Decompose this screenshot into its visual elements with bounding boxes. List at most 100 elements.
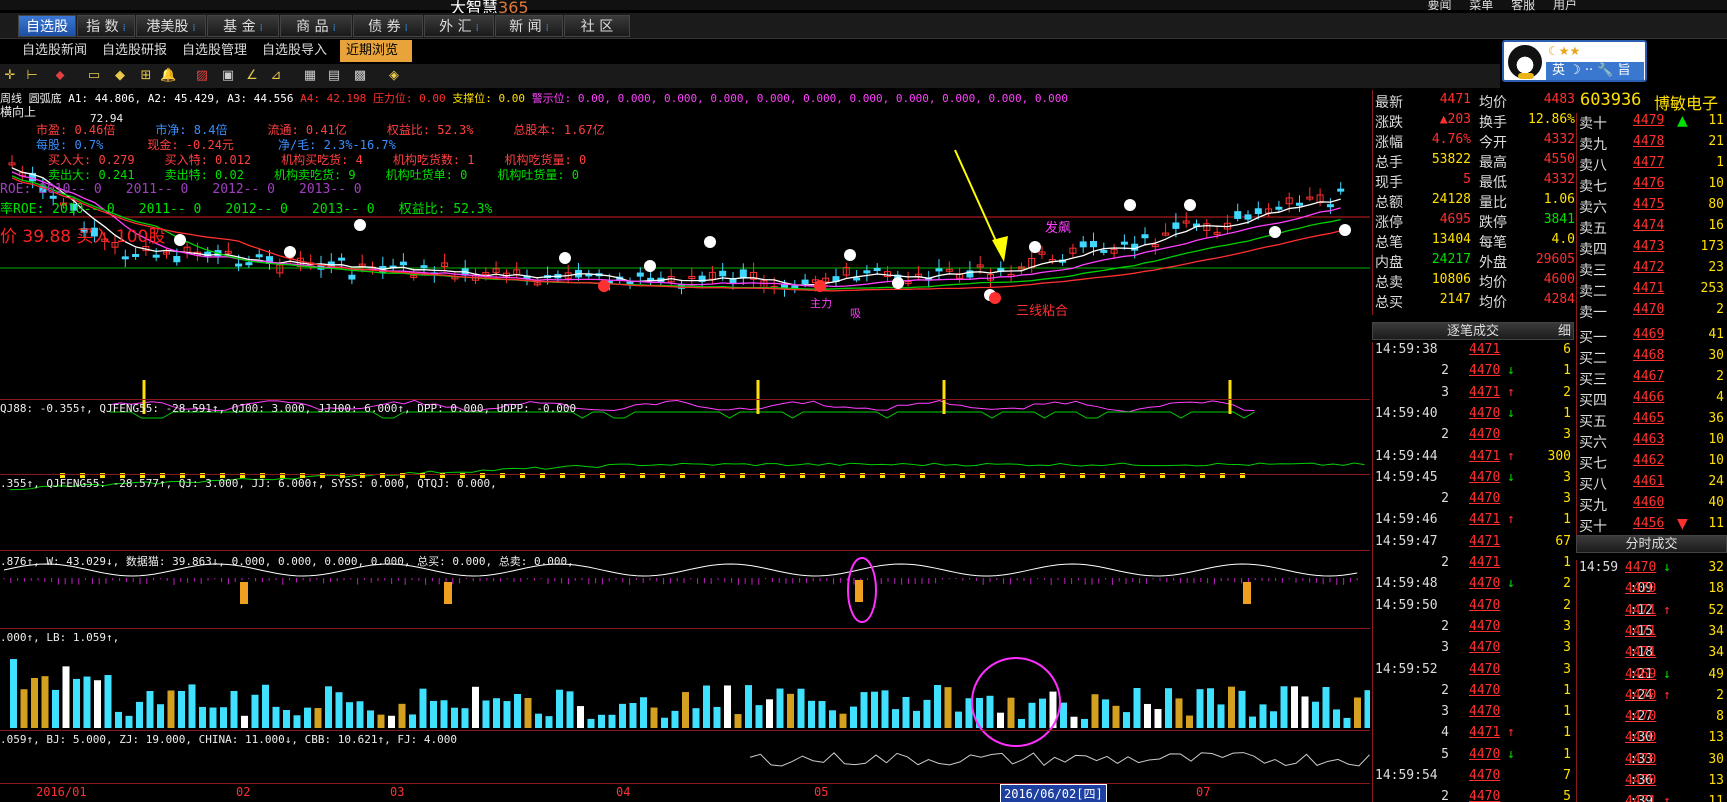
table-icon[interactable]: ▦ bbox=[302, 68, 318, 84]
crosshair-icon[interactable]: ✛ bbox=[2, 68, 18, 84]
ask-level[interactable]: 卖十 4479 ▲ 11 bbox=[1577, 113, 1727, 134]
im-widget[interactable]: ☾★★ 英 ☽ ·· 🔧 旨 bbox=[1502, 40, 1647, 82]
volume-bar bbox=[493, 698, 500, 728]
tab-zixuangu[interactable]: 自选股 bbox=[18, 15, 76, 37]
volume-bar bbox=[1249, 716, 1256, 728]
level-price[interactable]: 4477 bbox=[1633, 155, 1664, 170]
subtab-manage[interactable]: 自选股管理 bbox=[176, 40, 253, 62]
image-icon[interactable]: ▩ bbox=[352, 68, 368, 84]
trade-direction-icon: ↓ bbox=[1507, 363, 1515, 379]
level-label: 买六 bbox=[1579, 435, 1607, 451]
ask-level[interactable]: 卖五 4474 16 bbox=[1577, 218, 1727, 239]
level-price[interactable]: 4463 bbox=[1633, 432, 1664, 447]
level-price[interactable]: 4470 bbox=[1633, 302, 1664, 317]
quote-label: 总额 bbox=[1375, 195, 1403, 211]
quote-label: 总买 bbox=[1375, 295, 1403, 311]
tab-waihui[interactable]: 外 汇 ⁞ bbox=[424, 15, 494, 37]
level-price[interactable]: 4471 bbox=[1633, 281, 1664, 296]
top-menu-item[interactable]: 用户 bbox=[1553, 0, 1577, 12]
tick-trade-header[interactable]: 逐笔成交 细 bbox=[1372, 322, 1574, 340]
subtab-recent[interactable]: 近期浏览 bbox=[340, 40, 412, 62]
minute-trade-header[interactable]: 分时成交 bbox=[1576, 535, 1727, 553]
detail-button[interactable]: 细 bbox=[1558, 323, 1571, 341]
level-price[interactable]: 4475 bbox=[1633, 197, 1664, 212]
level-price[interactable]: 4479 bbox=[1633, 113, 1664, 128]
ask-level[interactable]: 卖六 4475 80 bbox=[1577, 197, 1727, 218]
bid-level[interactable]: 买七 4462 10 bbox=[1577, 453, 1727, 474]
level-price[interactable]: 4462 bbox=[1633, 453, 1664, 468]
level-price[interactable]: 4466 bbox=[1633, 390, 1664, 405]
top-menu-item[interactable]: 要闻 bbox=[1427, 0, 1451, 12]
bid-level[interactable]: 买四 4466 4 bbox=[1577, 390, 1727, 411]
volume-bar bbox=[167, 690, 175, 728]
trade-time: 14:59:38 bbox=[1375, 342, 1438, 357]
subtab-import[interactable]: 自选股导入 bbox=[256, 40, 333, 62]
ask-level[interactable]: 卖四 4473 173 bbox=[1577, 239, 1727, 260]
tab-xinwen[interactable]: 新 闻 ⁞ bbox=[495, 15, 563, 37]
top-menu-item[interactable]: 菜单 bbox=[1469, 0, 1493, 12]
bid-level[interactable]: 买十 4456 ▼ 11 bbox=[1577, 516, 1727, 537]
signal-label-fapiao: 发飙 bbox=[1045, 221, 1072, 236]
tab-zhaiquan[interactable]: 债 券 ⁞ bbox=[353, 15, 423, 37]
bid-level[interactable]: 买一 4469 41 bbox=[1577, 327, 1727, 348]
quote-label: 今开 bbox=[1479, 135, 1507, 151]
ask-level[interactable]: 卖二 4471 253 bbox=[1577, 281, 1727, 302]
trade-row: 3 4470 3 bbox=[1373, 640, 1575, 661]
sub3-header: .876↑, W: 43.029↓, 数据猫: 39.863↓, 0.000, … bbox=[0, 555, 574, 568]
screen-icon[interactable]: ▣ bbox=[220, 68, 236, 84]
kline-icon[interactable]: ▭ bbox=[86, 68, 102, 84]
tab-shequ[interactable]: 社 区 bbox=[564, 15, 630, 37]
tab-gangmeigu[interactable]: 港美股 ⁞ bbox=[136, 15, 206, 37]
level-price[interactable]: 4476 bbox=[1633, 176, 1664, 191]
bid-level[interactable]: 买八 4461 24 bbox=[1577, 474, 1727, 495]
ask-level[interactable]: 卖八 4477 1 bbox=[1577, 155, 1727, 176]
level-price[interactable]: 4469 bbox=[1633, 327, 1664, 342]
candle-body bbox=[863, 270, 871, 274]
ask-level[interactable]: 卖一 4470 2 bbox=[1577, 302, 1727, 323]
level-volume: 80 bbox=[1708, 197, 1724, 212]
top-menu-item[interactable]: 客服 bbox=[1511, 0, 1535, 12]
level-price[interactable]: 4468 bbox=[1633, 348, 1664, 363]
level-price[interactable]: 4478 bbox=[1633, 134, 1664, 149]
level-price[interactable]: 4456 bbox=[1633, 516, 1664, 531]
bid-level[interactable]: 买九 4460 40 bbox=[1577, 495, 1727, 516]
subtab-news[interactable]: 自选股新闻 bbox=[16, 40, 93, 62]
level-price[interactable]: 4474 bbox=[1633, 218, 1664, 233]
ask-level[interactable]: 卖九 4478 21 bbox=[1577, 134, 1727, 155]
angle-icon[interactable]: ∠ bbox=[244, 68, 260, 84]
bid-level[interactable]: 买六 4463 10 bbox=[1577, 432, 1727, 453]
bid-level[interactable]: 买五 4465 36 bbox=[1577, 411, 1727, 432]
level-price[interactable]: 4473 bbox=[1633, 239, 1664, 254]
quote-value: 4471 bbox=[1439, 92, 1471, 107]
tab-zhishu[interactable]: 指 数 ⁞ bbox=[77, 15, 135, 37]
trade-price: 4470 bbox=[1469, 597, 1501, 613]
tab-shangpin[interactable]: 商 品 ⁞ bbox=[280, 15, 352, 37]
volume-bar bbox=[755, 705, 763, 728]
ask-level[interactable]: 卖七 4476 10 bbox=[1577, 176, 1727, 197]
comment-icon[interactable]: ▤ bbox=[326, 68, 342, 84]
volume-bar bbox=[1133, 687, 1141, 728]
tab-jijin[interactable]: 基 金 ⁞ bbox=[207, 15, 279, 37]
period-icon[interactable]: ⊞ bbox=[138, 68, 154, 84]
level-price[interactable]: 4461 bbox=[1633, 474, 1664, 489]
bid-level[interactable]: 买二 4468 30 bbox=[1577, 348, 1727, 369]
draw-icon[interactable]: ▨ bbox=[194, 68, 210, 84]
ask-level[interactable]: 卖三 4472 23 bbox=[1577, 260, 1727, 281]
volume-bar bbox=[220, 707, 227, 728]
diamond-icon[interactable]: ◈ bbox=[386, 68, 402, 84]
info-icon[interactable]: ◆ bbox=[112, 68, 128, 84]
im-toolbar[interactable]: 英 ☽ ·· 🔧 旨 bbox=[1546, 62, 1644, 80]
level-price[interactable]: 4460 bbox=[1633, 495, 1664, 510]
marker-icon[interactable]: ⬥ bbox=[52, 68, 68, 84]
kline-chart-area[interactable]: 周线 圆弧底 A1: 44.806, A2: 45.429, A3: 44.55… bbox=[0, 90, 1370, 802]
level-price[interactable]: 4465 bbox=[1633, 411, 1664, 426]
level-volume: 173 bbox=[1700, 239, 1724, 254]
level-price[interactable]: 4472 bbox=[1633, 260, 1664, 275]
bell-icon[interactable]: 🔔 bbox=[160, 68, 176, 84]
ruler-icon[interactable]: ⊿ bbox=[268, 68, 284, 84]
trade-row: 14:59:40 4470 ↓ 1 bbox=[1373, 406, 1575, 427]
draw-line-icon[interactable]: ⊢ bbox=[24, 68, 40, 84]
subtab-research[interactable]: 自选股研报 bbox=[96, 40, 173, 62]
level-price[interactable]: 4467 bbox=[1633, 369, 1664, 384]
bid-level[interactable]: 买三 4467 2 bbox=[1577, 369, 1727, 390]
